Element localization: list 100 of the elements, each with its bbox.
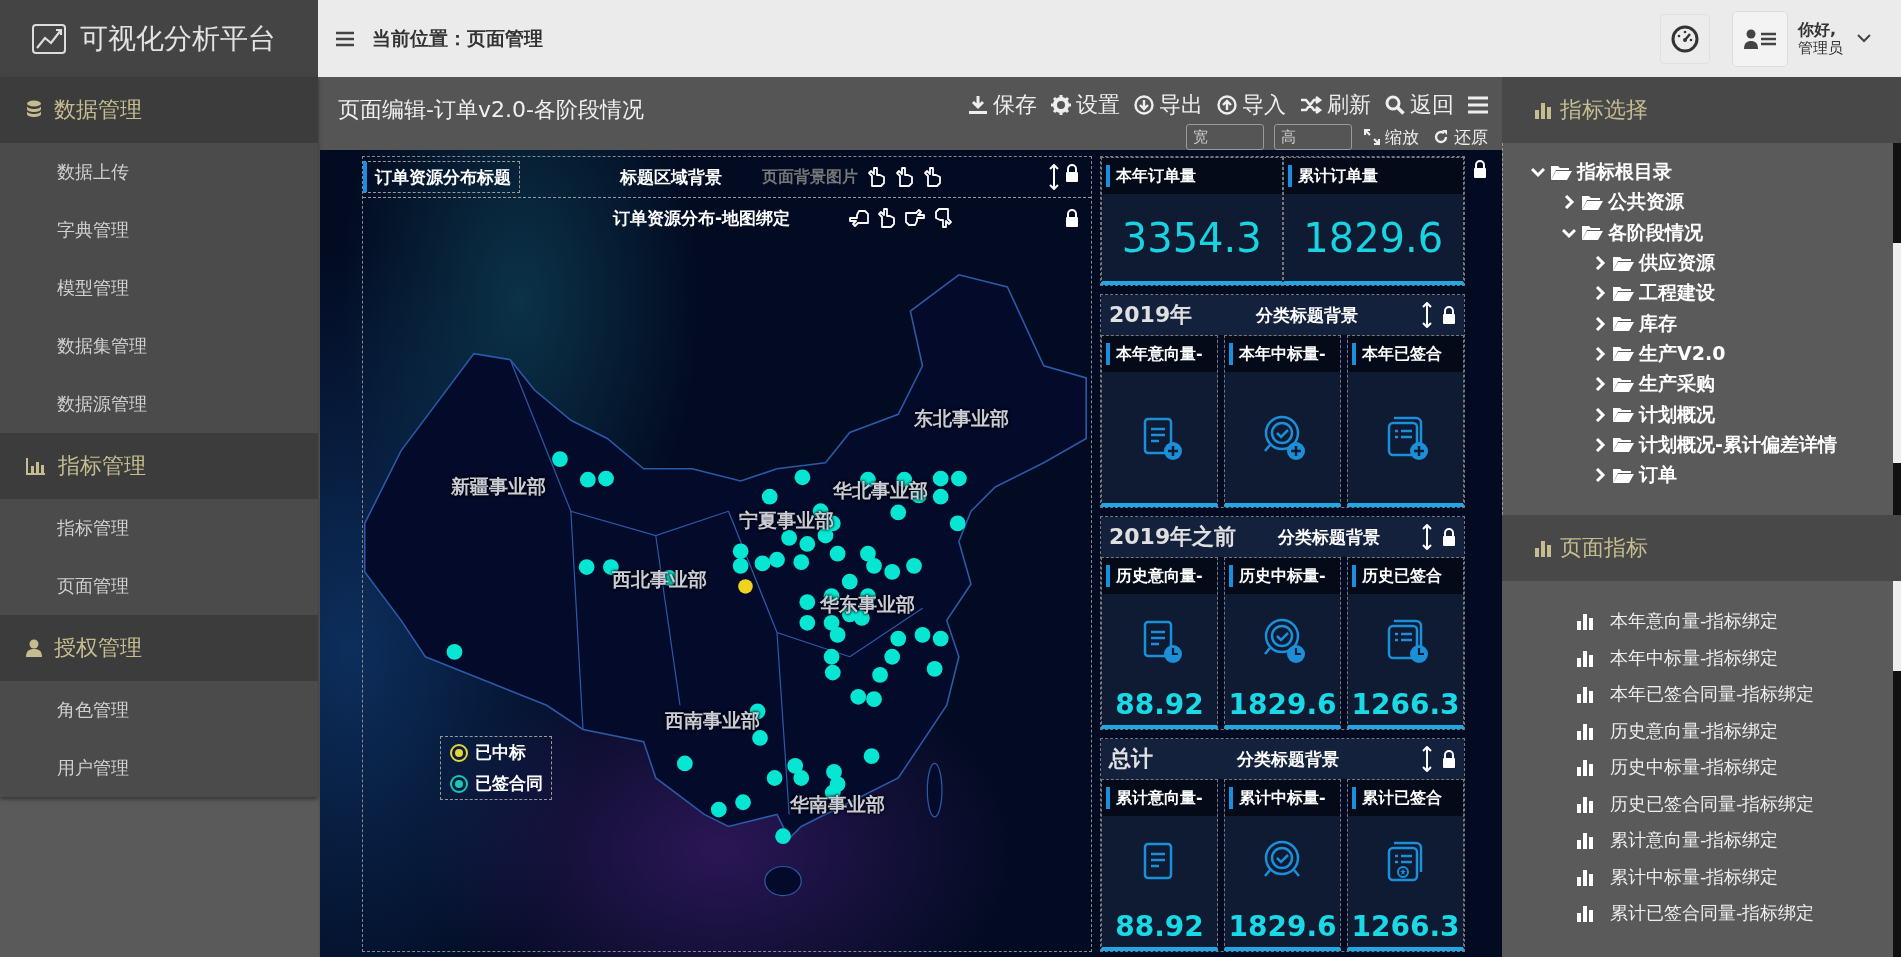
map-binding-title: 订单资源分布-地图绑定 bbox=[613, 206, 791, 230]
indicator-item[interactable]: 本年中标量-指标绑定 bbox=[1576, 639, 1779, 676]
size-field[interactable]: 宽 bbox=[1186, 124, 1264, 150]
component-title[interactable]: 订单资源分布标题 bbox=[363, 161, 520, 193]
menu-item[interactable]: 数据集管理 bbox=[0, 317, 318, 375]
indicator-item[interactable]: 累计已签合同量-指标绑定 bbox=[1576, 895, 1815, 932]
lock-icon[interactable] bbox=[1473, 160, 1487, 178]
lock-icon[interactable] bbox=[1442, 528, 1456, 546]
kpi-title: 累计意向量- bbox=[1116, 787, 1203, 809]
tree-label: 计划概况 bbox=[1639, 401, 1715, 427]
hand-icon[interactable] bbox=[894, 166, 916, 188]
group-header[interactable]: 2019年 分类标题背景 bbox=[1101, 295, 1464, 335]
indicator-item[interactable]: 本年意向量-指标绑定 bbox=[1576, 603, 1779, 640]
menu-item[interactable]: 用户管理 bbox=[0, 739, 318, 797]
tree-item[interactable]: 生产V2.0 bbox=[1593, 338, 1726, 370]
kpi-card[interactable]: 历史中标量- 1829.6 bbox=[1224, 557, 1341, 729]
indicator-label: 累计已签合同量-指标绑定 bbox=[1610, 901, 1815, 926]
indicator-label: 本年意向量-指标绑定 bbox=[1610, 609, 1779, 634]
menu-button[interactable] bbox=[1466, 96, 1490, 114]
indicator-item[interactable]: 累计中标量-指标绑定 bbox=[1576, 858, 1779, 895]
bar-chart-icon bbox=[1576, 758, 1594, 777]
zoom-button[interactable]: 缩放 bbox=[1362, 125, 1421, 149]
dashboard-button[interactable] bbox=[1660, 13, 1710, 64]
menu-section[interactable]: 授权管理 bbox=[0, 615, 318, 681]
menu-item[interactable]: 字典管理 bbox=[0, 201, 318, 259]
menu-item[interactable]: 模型管理 bbox=[0, 259, 318, 317]
tree-item[interactable]: 库存 bbox=[1593, 308, 1677, 339]
hand-icon[interactable] bbox=[848, 207, 871, 229]
indicator-item[interactable]: 历史意向量-指标绑定 bbox=[1576, 712, 1779, 749]
tree-item[interactable]: 工程建设 bbox=[1593, 278, 1715, 309]
size-field[interactable]: 高 bbox=[1274, 124, 1352, 150]
user-avatar[interactable] bbox=[1732, 10, 1788, 67]
hand-icon[interactable] bbox=[932, 207, 955, 229]
tree-item[interactable]: 供应资源 bbox=[1593, 247, 1715, 279]
tree-item[interactable]: 公共资源 bbox=[1562, 187, 1684, 218]
kpi-card[interactable]: 累计意向量- 88.92 bbox=[1101, 779, 1218, 951]
kpi-card[interactable]: 累计订单量 1829.6 bbox=[1282, 157, 1464, 285]
tree-item[interactable]: 计划概况-累计偏差详情 bbox=[1593, 429, 1837, 460]
hand-icon[interactable] bbox=[904, 207, 927, 229]
hand-icon[interactable] bbox=[866, 166, 888, 188]
arrow-down-circle-icon bbox=[1134, 95, 1154, 115]
save-button[interactable]: 保存 bbox=[966, 90, 1039, 120]
group-title: 2019年之前 bbox=[1109, 523, 1237, 551]
indicator-label: 本年中标量-指标绑定 bbox=[1610, 645, 1779, 670]
indicator-item[interactable]: 累计意向量-指标绑定 bbox=[1576, 822, 1779, 859]
vertical-arrows-icon[interactable] bbox=[1422, 302, 1432, 328]
indicator-item[interactable]: 历史中标量-指标绑定 bbox=[1576, 749, 1779, 786]
export-button[interactable]: 导出 bbox=[1132, 90, 1205, 120]
kpi-card[interactable]: 累计已签合 1266.3 bbox=[1347, 779, 1464, 951]
back-button[interactable]: 返回 bbox=[1383, 90, 1456, 120]
lock-icon[interactable] bbox=[1065, 209, 1079, 227]
tree-item[interactable]: 指标根目录 bbox=[1531, 157, 1672, 188]
page-background-label: 页面背景图片 bbox=[762, 166, 858, 188]
menu-item[interactable]: 角色管理 bbox=[0, 681, 318, 739]
expand-icon bbox=[1364, 129, 1380, 145]
import-button[interactable]: 导入 bbox=[1215, 90, 1288, 120]
bar-chart-icon bbox=[1576, 794, 1594, 813]
kpi-title: 本年中标量- bbox=[1239, 343, 1326, 365]
hand-icon[interactable] bbox=[922, 166, 944, 188]
kpi-card[interactable]: 本年订单量 3354.3 bbox=[1101, 157, 1283, 285]
menu-item[interactable]: 数据源管理 bbox=[0, 375, 318, 433]
menu-icon[interactable] bbox=[336, 30, 354, 47]
menu-section[interactable]: 指标管理 bbox=[0, 433, 318, 499]
vertical-arrows-icon[interactable] bbox=[1422, 524, 1432, 550]
kpi-card[interactable]: 本年意向量- bbox=[1101, 335, 1218, 507]
tree-label: 生产采购 bbox=[1639, 371, 1715, 397]
kpi-card[interactable]: 本年中标量- bbox=[1224, 335, 1341, 507]
menu-item[interactable]: 数据上传 bbox=[0, 143, 318, 201]
bar-chart-icon bbox=[1534, 101, 1552, 119]
group-header[interactable]: 总计 分类标题背景 bbox=[1101, 739, 1464, 779]
kpi-title: 历史中标量- bbox=[1239, 565, 1326, 587]
user-icon bbox=[26, 639, 42, 657]
chevron-down-icon[interactable] bbox=[1857, 34, 1871, 43]
lock-icon[interactable] bbox=[1442, 750, 1456, 768]
indicator-item[interactable]: 历史已签合同量-指标绑定 bbox=[1576, 785, 1815, 822]
scrollbar[interactable] bbox=[1893, 581, 1901, 957]
menu-section[interactable]: 数据管理 bbox=[0, 77, 318, 143]
region-label: 新疆事业部 bbox=[450, 474, 546, 499]
group-header[interactable]: 2019年之前 分类标题背景 bbox=[1101, 517, 1464, 557]
tree-item[interactable]: 计划概况 bbox=[1593, 399, 1715, 430]
tree-item[interactable]: 订单 bbox=[1593, 459, 1677, 491]
kpi-card[interactable]: 本年已签合 bbox=[1347, 335, 1464, 507]
vertical-arrows-icon[interactable] bbox=[1049, 164, 1059, 190]
vertical-arrows-icon[interactable] bbox=[1422, 746, 1432, 772]
menu-item[interactable]: 页面管理 bbox=[0, 557, 318, 615]
restore-button[interactable]: 还原 bbox=[1431, 125, 1490, 149]
lock-icon[interactable] bbox=[1442, 306, 1456, 324]
indicator-item[interactable]: 本年已签合同量-指标绑定 bbox=[1576, 676, 1815, 713]
kpi-card[interactable]: 历史已签合 1266.3 bbox=[1347, 557, 1464, 729]
indicator-label: 本年已签合同量-指标绑定 bbox=[1610, 682, 1815, 707]
kpi-card[interactable]: 历史意向量- 88.92 bbox=[1101, 557, 1218, 729]
lock-icon[interactable] bbox=[1065, 164, 1079, 182]
tree-label: 订单 bbox=[1639, 462, 1677, 488]
refresh-button[interactable]: 刷新 bbox=[1298, 90, 1373, 120]
settings-button[interactable]: 设置 bbox=[1049, 90, 1122, 120]
menu-item[interactable]: 指标管理 bbox=[0, 499, 318, 557]
tree-item[interactable]: 各阶段情况 bbox=[1562, 217, 1703, 248]
tree-item[interactable]: 生产采购 bbox=[1593, 369, 1715, 400]
scrollbar[interactable] bbox=[1893, 143, 1901, 515]
kpi-card[interactable]: 累计中标量- 1829.6 bbox=[1224, 779, 1341, 951]
